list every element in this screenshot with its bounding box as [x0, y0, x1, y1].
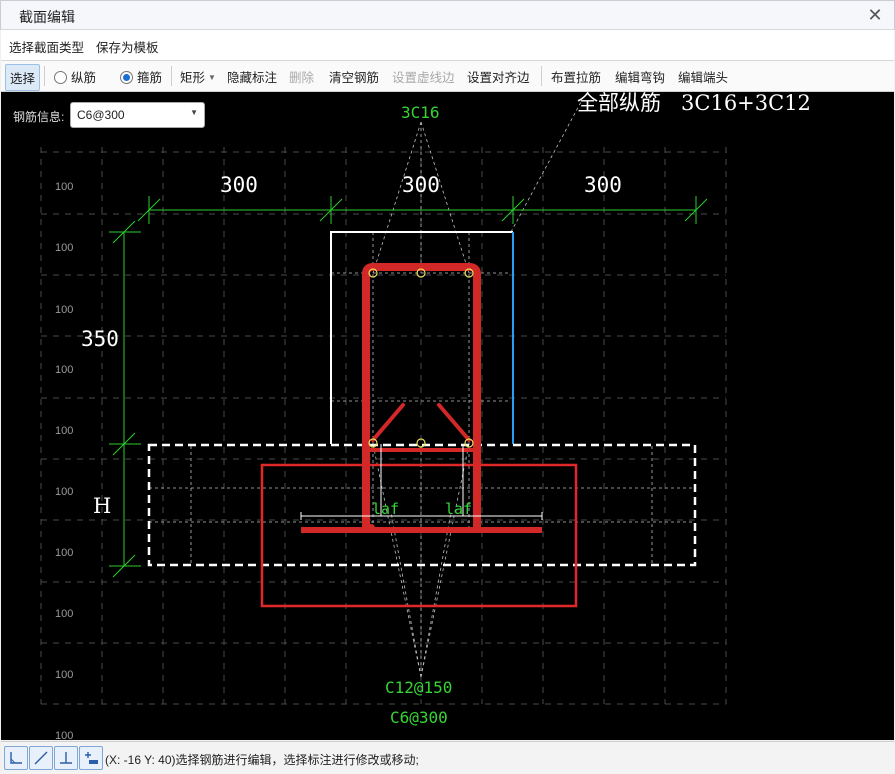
add-point-glyph — [85, 752, 98, 764]
base-rebar-rect[interactable] — [260, 463, 578, 608]
status-hint: 选择钢筋进行编辑，选择标注进行修改或移动; — [175, 753, 419, 767]
rebar-info-value: C6@300 — [77, 108, 125, 122]
all-longitudinal-label[interactable]: 全部纵筋 3C16+3C12 — [577, 92, 811, 115]
dim-text-h[interactable]: H — [93, 494, 111, 518]
perpendicular-glyph — [60, 752, 72, 764]
grid-label: 100 — [55, 364, 73, 376]
toolbar-divider — [171, 66, 172, 86]
chevron-down-icon: ▼ — [208, 73, 216, 82]
anchor-label-left[interactable]: laf — [372, 500, 399, 518]
clear-rebar-button[interactable]: 清空钢筋 — [329, 67, 379, 86]
leader-line — [372, 121, 422, 274]
radio-longitudinal[interactable]: 纵筋 — [54, 67, 96, 86]
status-text: (X: -16 Y: 40)选择钢筋进行编辑，选择标注进行修改或移动; — [105, 751, 419, 768]
radio-stirrup-label: 箍筋 — [137, 71, 163, 85]
rebar-info-select[interactable]: C6@300 ▼ — [70, 102, 205, 128]
menu-save-as-template[interactable]: 保存为模板 — [96, 37, 159, 56]
stirrup-spec-label[interactable]: C6@300 — [390, 708, 448, 727]
drawing-canvas[interactable]: 100 100 100 100 100 100 100 100 100 100 — [1, 92, 894, 740]
radio-off-icon — [54, 71, 67, 84]
hide-annotation-button[interactable]: 隐藏标注 — [227, 67, 277, 86]
shape-dropdown[interactable]: 矩形 ▼ — [180, 67, 216, 86]
grid-label: 100 — [55, 242, 73, 254]
edit-end-button[interactable]: 编辑端头 — [678, 67, 728, 86]
menu-bar: 选择截面类型 保存为模板 — [1, 30, 894, 61]
window-title: 截面编辑 — [19, 9, 75, 25]
grid-label: 100 — [55, 486, 73, 498]
add-point-icon[interactable] — [79, 746, 103, 770]
title-bar: 截面编辑 ✕ — [0, 0, 895, 30]
top-rebar-label[interactable]: 3C16 — [401, 103, 440, 122]
grid-label: 100 — [55, 608, 73, 620]
line-glyph — [34, 751, 48, 765]
radio-longitudinal-label: 纵筋 — [71, 71, 97, 85]
leader-line — [390, 511, 422, 678]
radio-on-icon — [120, 71, 133, 84]
leader-line — [420, 443, 470, 678]
leader-line — [510, 101, 582, 233]
dim-text-left[interactable]: 300 — [220, 173, 258, 197]
chevron-down-icon: ▼ — [190, 108, 198, 117]
stirrup-hook-left[interactable] — [371, 403, 405, 442]
ortho-snap-icon[interactable] — [4, 746, 28, 770]
dim-text-middle[interactable]: 300 — [402, 173, 440, 197]
grid-label: 100 — [55, 425, 73, 437]
toolbar: 选择 纵筋 箍筋 矩形 ▼ 隐藏标注 删除 清空钢筋 设置虚线边 设置对齐边 布置… — [1, 61, 894, 92]
section-drawing[interactable]: 100 100 100 100 100 100 100 100 100 100 — [1, 92, 894, 740]
dim-text-height[interactable]: 350 — [81, 327, 119, 351]
close-icon[interactable]: ✕ — [864, 4, 886, 26]
perpendicular-icon[interactable] — [54, 746, 78, 770]
select-button[interactable]: 选择 — [5, 64, 41, 91]
set-dashed-edge-button[interactable]: 设置虚线边 — [392, 67, 455, 86]
dim-text-right[interactable]: 300 — [584, 173, 622, 197]
grid-label: 100 — [55, 304, 73, 316]
set-align-edge-button[interactable]: 设置对齐边 — [467, 67, 530, 86]
grid-label: 100 — [55, 669, 73, 681]
section-outline[interactable] — [147, 231, 697, 567]
menu-select-section-type[interactable]: 选择截面类型 — [9, 37, 84, 56]
shape-dropdown-label: 矩形 — [180, 71, 206, 85]
status-bar: (X: -16 Y: 40)选择钢筋进行编辑，选择标注进行修改或移动; — [1, 741, 894, 774]
leader-line — [420, 121, 470, 274]
ortho-snap-glyph — [10, 752, 22, 764]
place-tie-button[interactable]: 布置拉筋 — [551, 67, 601, 86]
base-outline-dashed[interactable] — [147, 443, 697, 567]
stirrup-hook-right[interactable] — [437, 403, 471, 442]
line-icon[interactable] — [29, 746, 53, 770]
edit-hook-button[interactable]: 编辑弯钩 — [615, 67, 665, 86]
grid-label: 100 — [55, 730, 73, 740]
grid-label: 100 — [55, 547, 73, 559]
delete-button[interactable]: 删除 — [289, 67, 314, 86]
grid-labels: 100 100 100 100 100 100 100 100 100 100 — [55, 181, 73, 740]
leader-line — [420, 511, 452, 678]
bottom-rebar-label[interactable]: C12@150 — [385, 678, 452, 697]
status-coord: (X: -16 Y: 40) — [105, 753, 176, 767]
radio-stirrup[interactable]: 箍筋 — [120, 67, 162, 86]
rebar-info-label: 钢筋信息: — [13, 110, 65, 124]
toolbar-divider — [44, 66, 45, 86]
leader-line — [372, 443, 422, 678]
toolbar-divider — [541, 66, 542, 86]
grid-label: 100 — [55, 181, 73, 193]
anchor-label-right[interactable]: laf — [445, 500, 472, 518]
